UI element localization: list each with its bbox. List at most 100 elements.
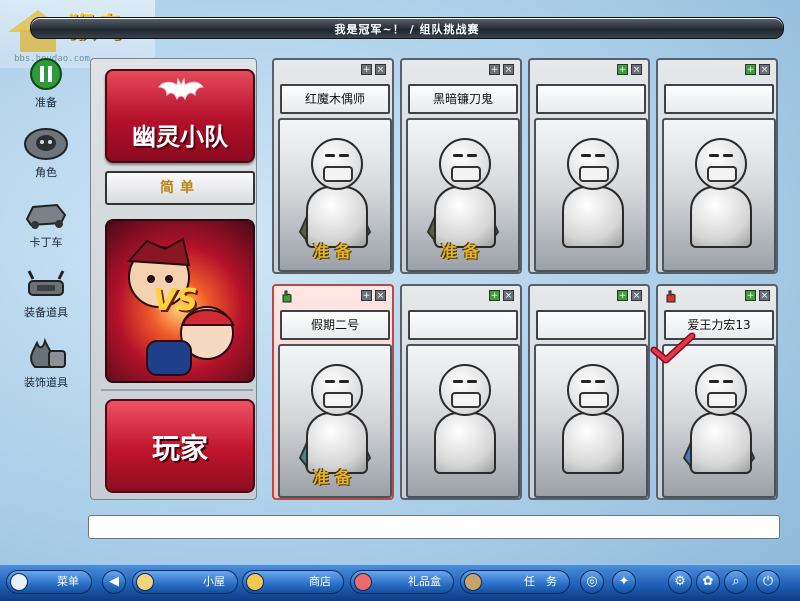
avatar: 准备 xyxy=(278,118,392,272)
nav-label: 装备道具 xyxy=(24,306,68,319)
plus-icon[interactable]: + xyxy=(489,290,500,301)
nav-item-character[interactable]: 角色 xyxy=(20,126,72,180)
eye xyxy=(453,154,463,157)
silhouette-head xyxy=(311,364,363,416)
mask xyxy=(707,166,737,182)
eye xyxy=(339,380,349,383)
character-icon xyxy=(23,126,69,162)
close-icon[interactable]: × xyxy=(375,290,386,301)
compass-icon: ◎ xyxy=(586,574,598,589)
avatar xyxy=(534,344,648,498)
search-button[interactable]: ⌕ xyxy=(724,570,748,594)
menu-label: 菜单 xyxy=(57,575,79,588)
avatar xyxy=(662,118,776,272)
nav-item-equipment[interactable]: 装备道具 xyxy=(20,266,72,320)
silhouette-body xyxy=(562,186,624,248)
nav-item-kart[interactable]: 卡丁车 xyxy=(20,196,72,250)
nav-item-ready[interactable]: 准备 xyxy=(20,56,72,110)
bat-icon xyxy=(158,77,204,101)
silhouette-head xyxy=(567,138,619,190)
kart-icon xyxy=(23,196,69,232)
close-icon[interactable]: × xyxy=(503,64,514,75)
tools-button[interactable]: ✦ xyxy=(612,570,636,594)
player-slot[interactable]: + × 黑暗镰刀鬼 准备 xyxy=(400,58,522,274)
silhouette-head xyxy=(567,364,619,416)
silhouette-head xyxy=(695,364,747,416)
ready-status: 准备 xyxy=(312,242,357,261)
settings-button[interactable]: ⚙ xyxy=(668,570,692,594)
plus-icon[interactable]: + xyxy=(361,64,372,75)
avatar xyxy=(662,344,776,498)
plus-icon[interactable]: + xyxy=(617,64,628,75)
slot-controls: + × xyxy=(745,290,770,301)
plus-icon[interactable]: + xyxy=(745,64,756,75)
eye xyxy=(709,154,719,157)
plus-icon[interactable]: + xyxy=(617,290,628,301)
compass-button[interactable]: ◎ xyxy=(580,570,604,594)
nav-item-decoration[interactable]: 装饰道具 xyxy=(20,336,72,390)
community-button[interactable]: ✿ xyxy=(696,570,720,594)
slot-controls: + × xyxy=(489,290,514,301)
tools-icon: ⚙ xyxy=(674,574,686,589)
task-button[interactable]: 任 务 xyxy=(460,570,570,594)
eye xyxy=(723,154,733,157)
close-icon[interactable]: × xyxy=(759,290,770,301)
chat-input[interactable] xyxy=(88,515,780,539)
player-name: 假期二号 xyxy=(280,310,390,340)
eye xyxy=(595,380,605,383)
player-name xyxy=(536,310,646,340)
player-slot[interactable]: + × xyxy=(400,284,522,500)
silhouette-body xyxy=(690,412,752,474)
plus-icon[interactable]: + xyxy=(745,290,756,301)
player-slot[interactable]: + × xyxy=(528,58,650,274)
vs-artwork: VS xyxy=(105,219,255,383)
eye xyxy=(467,154,477,157)
vs-label: VS xyxy=(153,283,198,318)
player-slot[interactable]: + × 假期二号准备 xyxy=(272,284,394,500)
mask xyxy=(323,166,353,182)
power-button[interactable]: ⏻ xyxy=(756,570,780,594)
close-icon[interactable]: × xyxy=(503,290,514,301)
close-icon[interactable]: × xyxy=(631,64,642,75)
team-name: 幽灵小队 xyxy=(132,123,228,151)
house-button[interactable]: 小屋 xyxy=(132,570,238,594)
player-name: 黑暗镰刀鬼 xyxy=(408,84,518,114)
plus-icon[interactable]: + xyxy=(489,64,500,75)
player-name xyxy=(664,84,774,114)
close-icon[interactable]: × xyxy=(759,64,770,75)
close-icon[interactable]: × xyxy=(631,290,642,301)
decoration-icon xyxy=(23,336,69,372)
nav-label: 装饰道具 xyxy=(24,376,68,389)
eye xyxy=(453,380,463,383)
back-button[interactable]: ◀ xyxy=(102,570,126,594)
menu-button[interactable]: 菜单 xyxy=(6,570,92,594)
silhouette-body xyxy=(562,412,624,474)
window-title: 我是冠军~！ / 组队挑战赛 xyxy=(334,23,480,36)
gift-label: 礼品盒 xyxy=(408,575,441,588)
player-slot[interactable]: + × 爱王力宏13 xyxy=(650,284,778,500)
shop-button[interactable]: 商店 xyxy=(242,570,344,594)
slot-controls: + × xyxy=(617,290,642,301)
divider xyxy=(101,389,253,391)
player-slot[interactable]: + × xyxy=(656,58,778,274)
plus-icon[interactable]: + xyxy=(361,290,372,301)
search-icon: ⌕ xyxy=(732,574,740,589)
mask xyxy=(323,392,353,408)
book-icon xyxy=(464,573,482,591)
player-button[interactable]: 玩家 xyxy=(105,399,255,493)
menu-icon xyxy=(10,573,28,591)
title-bar: 我是冠军~！ / 组队挑战赛 xyxy=(30,17,784,39)
team-banner[interactable]: 幽灵小队 xyxy=(105,69,255,163)
ready-status: 准备 xyxy=(312,468,357,487)
nav-label: 角色 xyxy=(35,166,57,179)
bottom-taskbar: 菜单 ◀ 小屋 商店 礼品盒 任 务 ◎ ✦ ⚙ ✿ ⌕ ⏻ xyxy=(0,564,800,601)
gift-box-button[interactable]: 礼品盒 xyxy=(350,570,454,594)
close-icon[interactable]: × xyxy=(375,64,386,75)
player-name: 红魔木偶师 xyxy=(280,84,390,114)
player-slot[interactable]: + × xyxy=(528,284,650,500)
avatar xyxy=(406,344,520,498)
player-slot[interactable]: + × 红魔木偶师准备 xyxy=(272,58,394,274)
silhouette-head xyxy=(311,138,363,190)
nav-label: 卡丁车 xyxy=(29,236,63,249)
silhouette-body xyxy=(690,186,752,248)
